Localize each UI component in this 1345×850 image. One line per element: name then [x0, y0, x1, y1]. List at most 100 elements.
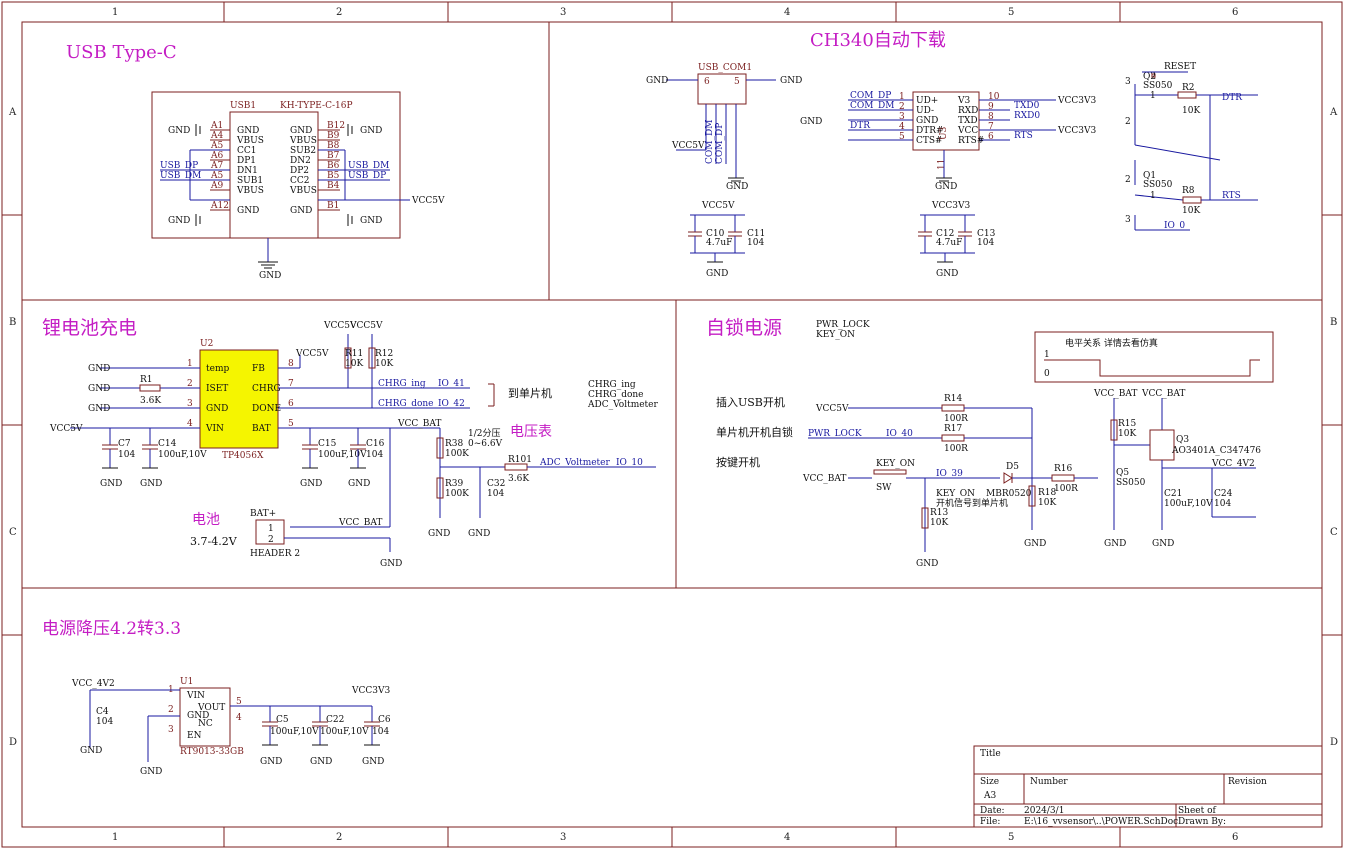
usbcom-dm: COM_DM [705, 120, 715, 164]
q3-label: Q3 [1176, 435, 1189, 445]
usb-pin-name: VBUS [236, 136, 264, 146]
chg-gnd3: GND [88, 404, 110, 414]
ldo-pin-num: 4 [236, 713, 242, 723]
ch340-pin-num: 8 [988, 112, 994, 122]
chg-vcc5v: VCC5V [49, 424, 83, 434]
col-label-bottom: 3 [560, 832, 566, 843]
side-label-ing: CHRG_ing [588, 380, 636, 390]
r38-value: 100K [445, 449, 469, 459]
usb-typec-block: USB1 KH-TYPE-C-16P A1 GNDA4 VBUSA5 CC1A6 DP1… [151, 91, 445, 281]
ch340-pin-name: UD- [916, 106, 934, 116]
sw-label: SW [876, 483, 892, 493]
tb-date: Date: [980, 806, 1005, 816]
tb-number: Number [1030, 777, 1068, 787]
usb-pin-name: GND [290, 206, 312, 216]
section-title-ldo: 电源降压4.2转3.3 [42, 619, 181, 639]
io41-net: IO_41 [438, 379, 465, 389]
ch340-pin-name: V3 [957, 96, 970, 106]
usb-dm-left: USB_DM [160, 171, 201, 181]
sl-vcc5v: VCC5V [815, 404, 849, 414]
col-label-bottom: 4 [784, 832, 790, 843]
row-label-right: C [1330, 527, 1338, 538]
c32-value: 104 [487, 489, 504, 499]
cap-value: 100uF,10V [320, 727, 369, 737]
usb-pin-name: DN1 [237, 166, 258, 176]
ch340-ref: U3 [939, 126, 949, 140]
side-label-adc: ADC_Voltmeter [587, 400, 658, 410]
ch340-pin-name: GND [916, 116, 938, 126]
sl-io39: IO_39 [936, 469, 963, 479]
cap-ref: C16 [366, 439, 385, 449]
q2-pin2: 2 [1125, 117, 1131, 127]
ch340-pin-num: 10 [988, 92, 1000, 102]
line-key: 按键开机 [716, 455, 760, 469]
cap-ref: C14 [158, 439, 177, 449]
battery-range: 3.7-4.2V [190, 535, 238, 548]
line-usb: 插入USB开机 [716, 395, 785, 409]
cap-net: VCC5V [701, 201, 735, 211]
usb-pin-name: GND [237, 126, 259, 136]
ldo-vout: VCC3V3 [351, 686, 390, 696]
q1-model: SS050 [1143, 180, 1173, 190]
sl-vbat2: VCC_BAT [1141, 389, 1185, 399]
usb-pin-num: B12 [327, 121, 345, 131]
ldo-pin-name: EN [187, 731, 202, 741]
usb-pin-name: VBUS [289, 136, 317, 146]
r1-value: 3.6K [140, 396, 161, 406]
mcu-note: 到单片机 [508, 386, 552, 400]
chg-pin-name: GND [206, 404, 228, 414]
cap-ref: C15 [318, 439, 337, 449]
bat-header-label: BAT+ [250, 509, 276, 519]
usbcom-dp: COM_DP [715, 123, 725, 164]
ch340-pin-num: 7 [988, 122, 994, 132]
usb-gnd-b1: GND [360, 216, 382, 226]
dtr-net: DTR [1222, 93, 1242, 103]
cap-value: 4.7uF [706, 238, 732, 248]
c4-label: C4 [96, 707, 109, 717]
sl-vcc4v2: VCC_4V2 [1211, 459, 1255, 469]
mbr-label: MBR0520 [986, 489, 1032, 499]
ch340-block: USB_COM1 6 5 GND GND VCC5V COM_DM COM_DP… [646, 63, 1096, 192]
r38-label: R38 [445, 439, 464, 449]
ch340-pin-num: 5 [899, 132, 905, 142]
chg-pin-name: CHRG [252, 384, 281, 394]
cap-value: 100uF,10V [158, 450, 207, 460]
keyon-net2: KEY_ON [936, 489, 975, 499]
cap-gnd: GND [936, 269, 958, 279]
cap-gnd: GND [706, 269, 728, 279]
cap-ref: C6 [378, 715, 391, 725]
c4-gnd: GND [80, 746, 102, 756]
col-label-bottom: 6 [1232, 832, 1238, 843]
usb-com-pin6: 6 [704, 77, 710, 87]
u1-gnd: GND [140, 767, 162, 777]
reset-net: RESET [1164, 62, 1196, 72]
r13-value: 10K [930, 518, 948, 528]
ldo-pin-name: VIN [186, 691, 205, 701]
r16-value: 100R [1054, 484, 1078, 494]
title-block: Title Size A3 Number Revision Date: 2024… [973, 745, 1323, 828]
cap-gnd: GND [300, 479, 322, 489]
q1-pin1: 1 [1150, 191, 1156, 201]
ch340-net-v3: VCC3V3 [1057, 96, 1096, 106]
ch340-net-comdm: COM_DM [850, 101, 894, 111]
key-on-sw: KEY_ON [876, 459, 915, 469]
section-title-ch340: CH340自动下载 [810, 30, 946, 51]
r12-label: R12 [375, 349, 393, 359]
chrg-done-net: CHRG_done [378, 399, 434, 409]
ch340-pin-num: 6 [988, 132, 994, 142]
usb-pin-num: A1 [210, 121, 223, 131]
tb-date-value: 2024/3/1 [1024, 806, 1064, 816]
r39-label: R39 [445, 479, 464, 489]
q1-pin3: 3 [1125, 215, 1131, 225]
chg-vcc-bat: VCC_BAT [397, 419, 441, 429]
div-gnd2: GND [468, 529, 490, 539]
ch340-net-gnd: GND [800, 117, 822, 127]
cap-value: 104 [747, 238, 764, 248]
row-label-left: A [8, 107, 17, 118]
usb-pin-name: GND [237, 206, 259, 216]
bat-gnd: GND [380, 559, 402, 569]
divider-note: 1/2分压 [468, 428, 501, 439]
usb-dm-right: USB_DM [348, 161, 389, 171]
chg-pin-name: ISET [206, 384, 228, 394]
selflock-block: PWR_LOCK KEY_ON 电平关系 详情去看仿真 1 0 插入USB开机 … [716, 320, 1274, 569]
